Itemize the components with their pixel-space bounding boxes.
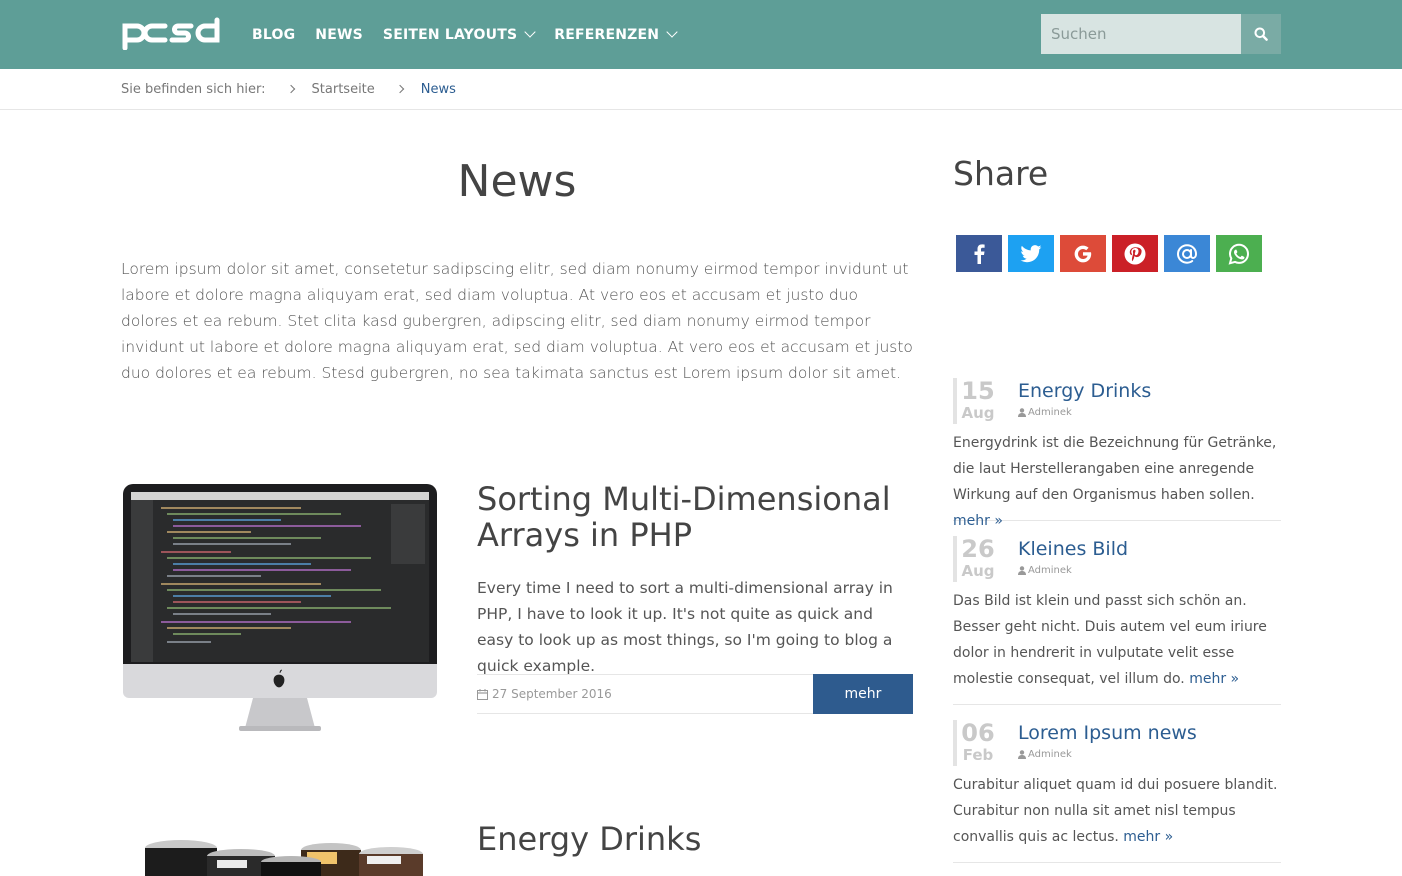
post-image-energy-drinks[interactable] [121, 820, 439, 876]
author-name: Adminek [1028, 749, 1072, 760]
more-link[interactable]: mehr » [1189, 671, 1239, 687]
twitter-icon [1020, 244, 1042, 262]
email-icon [1176, 243, 1198, 264]
author-line: Adminek [1018, 565, 1072, 576]
user-icon [1018, 408, 1026, 417]
nav-item-seiten-layouts[interactable]: SEITEN LAYOUTS [382, 26, 536, 43]
main-menu: BLOG NEWS SEITEN LAYOUTS REFERENZEN [252, 0, 696, 69]
facebook-icon [974, 243, 985, 264]
user-icon [1018, 750, 1026, 759]
date-day: 15 [961, 377, 995, 405]
more-link[interactable]: mehr » [1123, 829, 1173, 845]
nav-item-news[interactable]: NEWS [315, 27, 363, 43]
post-title[interactable]: Sorting Multi-Dimensional Arrays in PHP [477, 481, 913, 553]
sidebar-news-item: 26 Aug Kleines Bild Adminek Das Bild ist… [953, 536, 1281, 705]
pinterest-icon [1124, 243, 1146, 264]
author-name: Adminek [1028, 407, 1072, 418]
chevron-right-icon [395, 84, 405, 94]
author-line: Adminek [1018, 749, 1072, 760]
date-badge: 15 Aug [953, 378, 999, 424]
sidebar-news-title[interactable]: Energy Drinks [1018, 378, 1151, 404]
sidebar-news-text: Curabitur aliquet quam id dui posuere bl… [953, 772, 1281, 850]
breadcrumb-link-startseite[interactable]: Startseite [312, 82, 375, 97]
sidebar-news-item: 06 Feb Lorem Ipsum news Adminek Curabitu… [953, 720, 1281, 863]
date-day: 26 [961, 535, 995, 563]
page-title: News [457, 156, 577, 207]
nav-label: NEWS [315, 26, 363, 43]
search-input[interactable] [1041, 14, 1241, 54]
post-excerpt: Every time I need to sort a multi-dimens… [477, 579, 893, 675]
search-icon [1254, 27, 1268, 41]
nav-item-blog[interactable]: BLOG [252, 27, 295, 43]
calendar-icon [477, 688, 488, 700]
share-google-button[interactable] [1060, 235, 1106, 272]
user-icon [1018, 566, 1026, 575]
sidebar-news-text: Das Bild ist klein und passt sich schön … [953, 588, 1281, 692]
breadcrumb-prefix: Sie befinden sich hier: [121, 81, 266, 97]
date-badge: 26 Aug [953, 536, 999, 582]
sidebar-news-title[interactable]: Lorem Ipsum news [1018, 720, 1197, 746]
date-month: Aug [961, 404, 995, 422]
site-logo[interactable] [121, 16, 222, 50]
post-meta: 27 September 2016 [477, 674, 813, 714]
nav-label: BLOG [252, 26, 296, 43]
news-text: Energydrink ist die Bezeichnung für Getr… [953, 435, 1277, 503]
share-twitter-button[interactable] [1008, 235, 1054, 272]
sidebar-news-title[interactable]: Kleines Bild [1018, 536, 1128, 562]
share-title: Share [953, 154, 1049, 193]
breadcrumb-bar: Sie befinden sich hier: Startseite News [0, 69, 1402, 110]
post-title[interactable]: Energy Drinks [477, 821, 913, 857]
share-facebook-button[interactable] [956, 235, 1002, 272]
chevron-down-icon [524, 26, 536, 38]
share-whatsapp-button[interactable] [1216, 235, 1262, 272]
share-pinterest-button[interactable] [1112, 235, 1158, 272]
nav-label: SEITEN LAYOUTS [382, 26, 518, 43]
author-line: Adminek [1018, 407, 1072, 418]
post-more-button[interactable]: mehr [813, 674, 913, 714]
google-icon [1074, 245, 1092, 262]
sidebar-news-item: 15 Aug Energy Drinks Adminek Energydrink… [953, 378, 1281, 529]
date-month: Feb [962, 746, 994, 764]
date-month: Aug [961, 562, 995, 580]
post-date: 27 September 2016 [492, 687, 612, 701]
share-email-button[interactable] [1164, 235, 1210, 272]
chevron-right-icon [286, 84, 295, 94]
share-buttons [956, 235, 1268, 272]
more-link[interactable]: mehr » [953, 513, 1003, 529]
chevron-down-icon [666, 26, 678, 38]
breadcrumb-current[interactable]: News [421, 82, 456, 97]
news-text: Curabitur aliquet quam id dui posuere bl… [953, 777, 1278, 845]
intro-text: Lorem ipsum dolor sit amet, consetetur s… [121, 260, 913, 382]
search-button[interactable] [1241, 14, 1281, 54]
author-name: Adminek [1028, 565, 1072, 576]
nav-item-referenzen[interactable]: REFERENZEN [554, 26, 678, 43]
date-badge: 06 Feb [953, 720, 999, 766]
nav-label: REFERENZEN [554, 26, 660, 43]
post-image-imac[interactable] [121, 478, 439, 738]
breadcrumb: Sie befinden sich hier: Startseite News [121, 69, 456, 109]
top-navigation-bar: BLOG NEWS SEITEN LAYOUTS REFERENZEN [0, 0, 1402, 69]
sidebar-news-text: Energydrink ist die Bezeichnung für Getr… [953, 430, 1281, 534]
whatsapp-icon [1228, 243, 1250, 265]
date-day: 06 [961, 719, 995, 747]
